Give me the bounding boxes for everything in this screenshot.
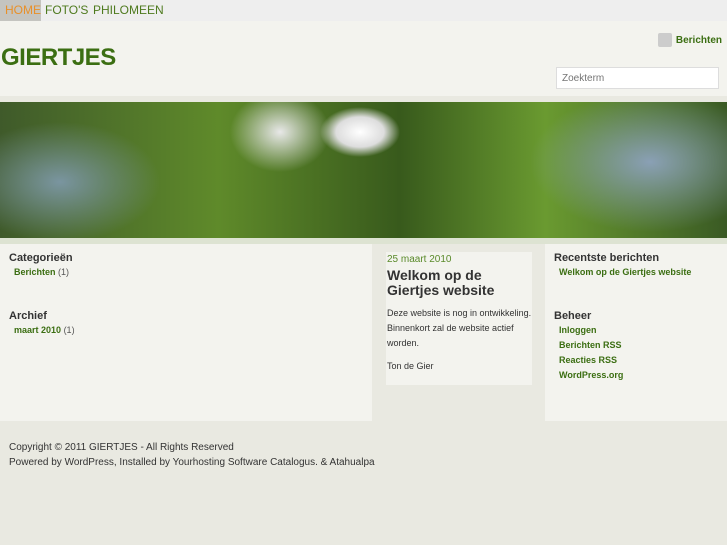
login-link[interactable]: Inloggen bbox=[559, 325, 718, 335]
right-sidebar: Recentste berichten Welkom op de Giertje… bbox=[545, 244, 727, 421]
post-title[interactable]: Welkom op de Giertjes website bbox=[387, 268, 532, 298]
post-body: Deze website is nog in ontwikkeling. Bin… bbox=[387, 308, 532, 348]
rss-icon bbox=[657, 33, 672, 47]
wordpress-link[interactable]: WordPress.org bbox=[559, 370, 718, 380]
categories-heading: Categorieën bbox=[9, 252, 73, 264]
nav-home[interactable]: HOME bbox=[0, 0, 41, 21]
post-date: 25 maart 2010 bbox=[387, 254, 452, 265]
site-title[interactable]: GIERTJES bbox=[1, 44, 116, 72]
rss-link[interactable]: Berichten bbox=[657, 33, 722, 47]
posts-rss-link[interactable]: Berichten RSS bbox=[559, 340, 718, 350]
archive-heading: Archief bbox=[9, 310, 47, 322]
header: GIERTJES Berichten bbox=[0, 21, 727, 96]
nav-fotos[interactable]: FOTO'S bbox=[45, 3, 88, 17]
archive-link[interactable]: maart 2010 (1) bbox=[14, 325, 363, 335]
search-input[interactable] bbox=[556, 67, 719, 89]
recent-heading: Recentste berichten bbox=[554, 252, 660, 264]
nav-philomeen[interactable]: PHILOMEEN bbox=[93, 3, 164, 17]
post-author: Ton de Gier bbox=[387, 361, 434, 371]
recent-post-link[interactable]: Welkom op de Giertjes website bbox=[559, 267, 718, 277]
copyright: Copyright © 2011 GIERTJES - All Rights R… bbox=[9, 442, 234, 453]
admin-heading: Beheer bbox=[554, 310, 592, 322]
left-sidebar: Categorieën Berichten (1) Archief maart … bbox=[0, 244, 372, 421]
header-image bbox=[0, 102, 727, 238]
top-nav: HOME FOTO'S PHILOMEEN bbox=[0, 0, 727, 21]
post: 25 maart 2010 Welkom op de Giertjes webs… bbox=[386, 252, 532, 385]
powered-by: Powered by WordPress, Installed by Yourh… bbox=[9, 457, 375, 468]
footer: Copyright © 2011 GIERTJES - All Rights R… bbox=[9, 440, 375, 470]
comments-rss-link[interactable]: Reacties RSS bbox=[559, 355, 718, 365]
category-link[interactable]: Berichten (1) bbox=[14, 267, 363, 277]
